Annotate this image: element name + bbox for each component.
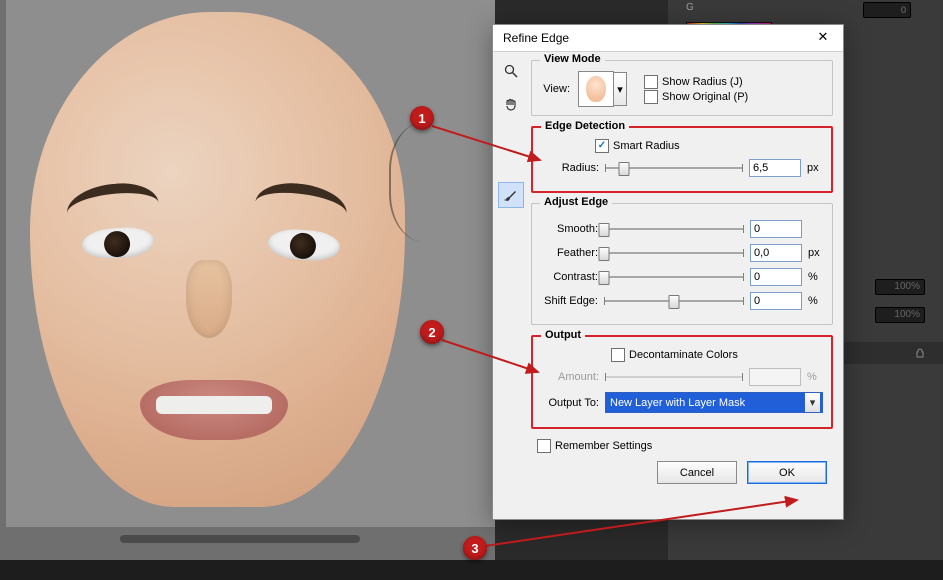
chevron-down-icon: ▾: [614, 72, 627, 106]
document-canvas[interactable]: [0, 0, 495, 560]
contrast-input[interactable]: 0: [750, 268, 802, 286]
face-eye-right: [267, 228, 341, 263]
view-thumbnail-icon: [586, 76, 606, 102]
decontaminate-colors-label: Decontaminate Colors: [629, 349, 738, 361]
status-bar: [0, 560, 943, 580]
radius-input[interactable]: 6,5: [749, 159, 801, 177]
magnifier-icon: [503, 63, 519, 79]
dialog-title: Refine Edge: [503, 31, 569, 45]
selection-preview: [30, 12, 405, 507]
smart-radius-checkbox[interactable]: Smart Radius: [595, 139, 823, 153]
checkbox-icon: [644, 75, 658, 89]
show-radius-label: Show Radius (J): [662, 76, 743, 88]
checkbox-icon: [611, 348, 625, 362]
hand-tool-button[interactable]: [498, 92, 524, 118]
face-eye-left: [81, 226, 155, 261]
face-brow-left: [65, 180, 159, 216]
adjust-edge-title: Adjust Edge: [540, 196, 612, 208]
smooth-input[interactable]: 0: [750, 220, 802, 238]
view-mode-group: View Mode View: ▾ Show Radius (J) Show O…: [531, 60, 833, 116]
amount-unit: %: [807, 371, 823, 383]
view-label: View:: [540, 83, 570, 95]
color-channel-label: G: [686, 2, 694, 13]
cancel-button[interactable]: Cancel: [657, 461, 737, 484]
amount-input: [749, 368, 801, 386]
edge-detection-title: Edge Detection: [541, 120, 629, 132]
feather-unit: px: [808, 247, 824, 259]
contrast-slider[interactable]: [604, 270, 744, 284]
output-title: Output: [541, 329, 585, 341]
feather-slider[interactable]: [604, 246, 744, 260]
stray-hair-edge: [389, 122, 477, 242]
contrast-unit: %: [808, 271, 824, 283]
face-mouth: [140, 380, 288, 440]
refine-edge-dialog: Refine Edge ✕: [492, 24, 844, 520]
face-nose: [186, 260, 232, 338]
radius-slider[interactable]: [605, 161, 743, 175]
lock-icon: [915, 348, 925, 358]
annotation-marker-2: 2: [420, 320, 444, 344]
smooth-slider[interactable]: [604, 222, 744, 236]
radius-unit: px: [807, 162, 823, 174]
show-original-checkbox[interactable]: Show Original (P): [644, 90, 748, 104]
feather-label: Feather:: [540, 247, 598, 259]
checkbox-icon: [537, 439, 551, 453]
fill-value[interactable]: 100%: [875, 307, 925, 323]
output-to-label: Output To:: [541, 397, 599, 409]
shift-edge-label: Shift Edge:: [540, 295, 598, 307]
zoom-tool-button[interactable]: [498, 58, 524, 84]
ok-button[interactable]: OK: [747, 461, 827, 484]
shift-edge-slider[interactable]: [604, 294, 744, 308]
show-original-label: Show Original (P): [662, 91, 748, 103]
smooth-label: Smooth:: [540, 223, 598, 235]
remember-settings-label: Remember Settings: [555, 440, 652, 452]
amount-slider: [605, 370, 743, 384]
view-mode-dropdown[interactable]: ▾: [578, 71, 614, 107]
remember-settings-checkbox[interactable]: Remember Settings: [537, 439, 833, 453]
refine-radius-tool-button[interactable]: [498, 182, 524, 208]
brush-icon: [503, 187, 519, 203]
adjust-edge-group: Adjust Edge Smooth: 0 Feather: 0,0 px Co…: [531, 203, 833, 325]
close-button[interactable]: ✕: [809, 29, 837, 47]
canvas-viewport: [6, 0, 495, 527]
output-to-value: New Layer with Layer Mask: [610, 397, 745, 409]
opacity-value[interactable]: 100%: [875, 279, 925, 295]
color-channel-value[interactable]: 0: [863, 2, 911, 18]
annotation-marker-1: 1: [410, 106, 434, 130]
shift-edge-unit: %: [808, 295, 824, 307]
chevron-down-icon: ▾: [804, 393, 820, 412]
close-icon: ✕: [818, 29, 829, 44]
show-radius-checkbox[interactable]: Show Radius (J): [644, 75, 748, 89]
amount-label: Amount:: [541, 371, 599, 383]
face-brow-right: [255, 179, 349, 216]
checkbox-icon: [644, 90, 658, 104]
contrast-label: Contrast:: [540, 271, 598, 283]
hand-icon: [503, 97, 519, 113]
shift-edge-input[interactable]: 0: [750, 292, 802, 310]
output-to-dropdown[interactable]: New Layer with Layer Mask ▾: [605, 392, 823, 413]
decontaminate-colors-checkbox[interactable]: Decontaminate Colors: [611, 348, 823, 362]
view-mode-title: View Mode: [540, 53, 605, 65]
edge-detection-group: Edge Detection Smart Radius Radius: 6,5 …: [531, 126, 833, 193]
annotation-marker-3: 3: [463, 536, 487, 560]
output-group: Output Decontaminate Colors Amount: % Ou…: [531, 335, 833, 429]
canvas-scrollbar-horizontal[interactable]: [120, 535, 360, 543]
dialog-titlebar[interactable]: Refine Edge ✕: [493, 25, 843, 52]
feather-input[interactable]: 0,0: [750, 244, 802, 262]
smart-radius-label: Smart Radius: [613, 140, 680, 152]
radius-label: Radius:: [541, 162, 599, 174]
checkbox-icon: [595, 139, 609, 153]
